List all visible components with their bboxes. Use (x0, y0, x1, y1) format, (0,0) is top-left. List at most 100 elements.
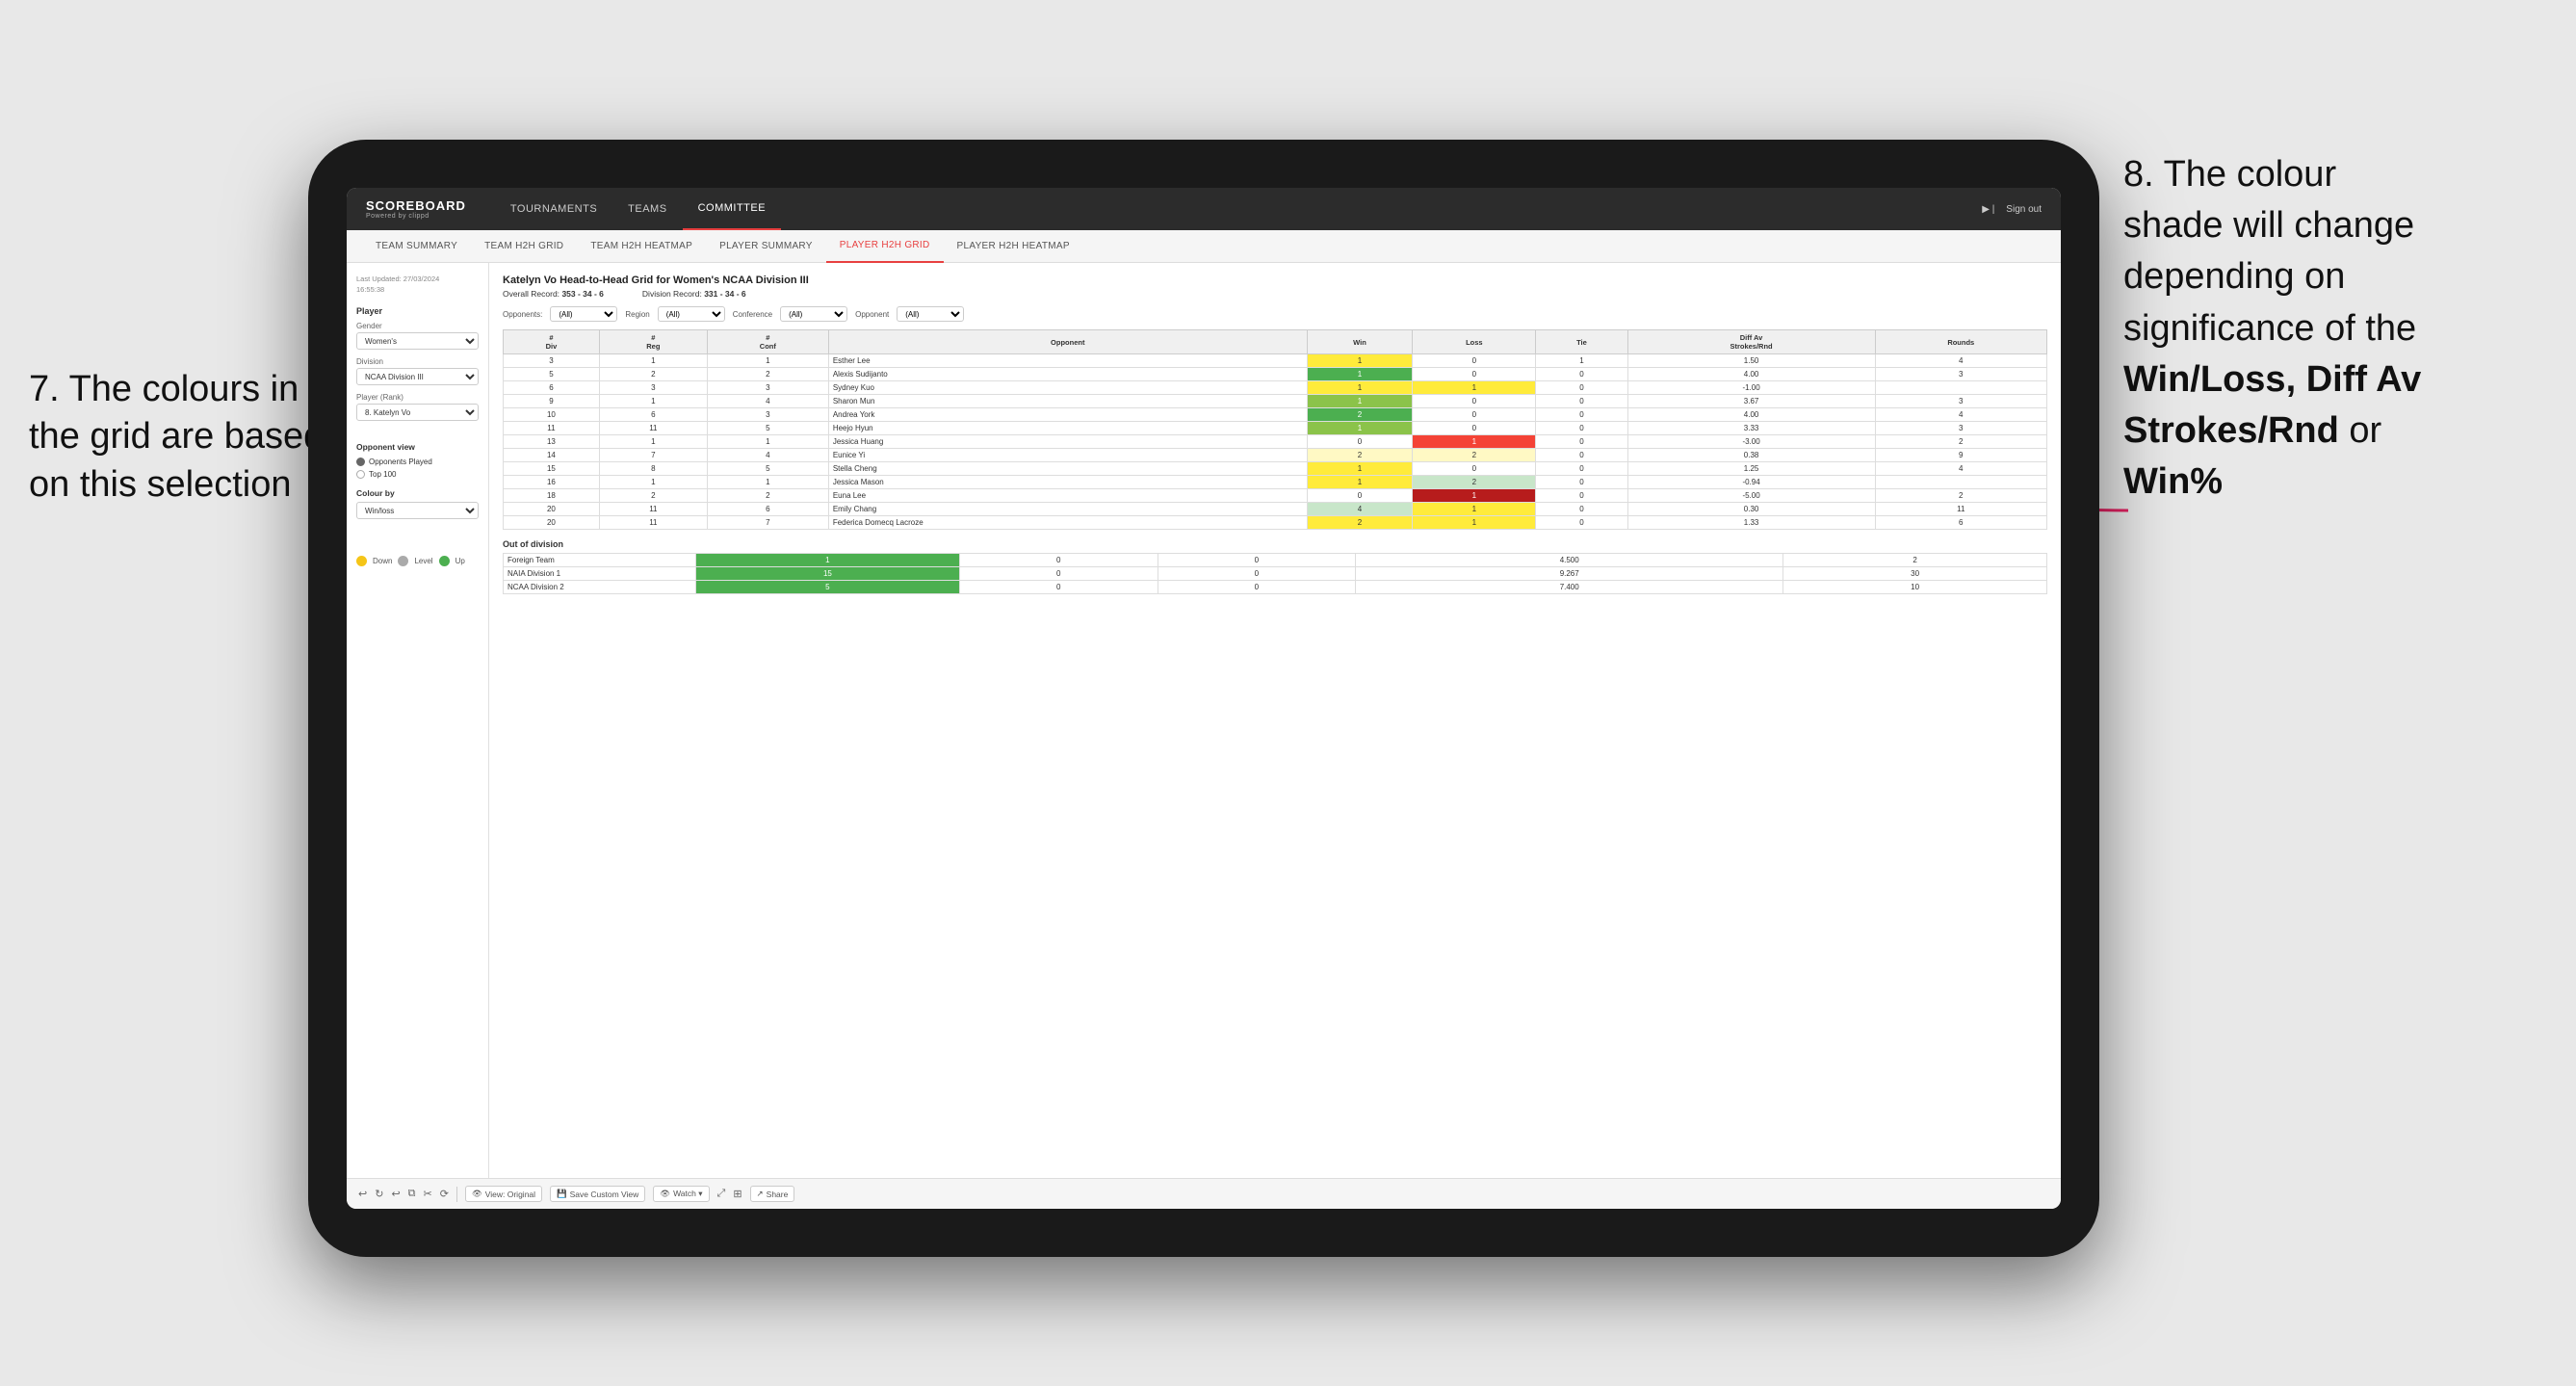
content-area: Katelyn Vo Head-to-Head Grid for Women's… (489, 263, 2061, 1178)
division-select[interactable]: NCAA Division III (356, 368, 479, 385)
gender-select[interactable]: Women's (356, 332, 479, 350)
cell-opponent: Federica Domecq Lacroze (828, 516, 1307, 530)
cell-rounds: 3 (1875, 368, 2046, 381)
cell-reg: 11 (599, 503, 707, 516)
division-record: Division Record: 331 - 34 - 6 (642, 289, 746, 299)
cell-opponent: Sharon Mun (828, 395, 1307, 408)
radio-opponents-played[interactable]: Opponents Played (356, 458, 479, 466)
grid-icon[interactable]: ⊞ (733, 1188, 742, 1200)
redo-icon[interactable]: ↻ (375, 1188, 383, 1200)
cell-opponent: Foreign Team (504, 554, 696, 567)
cell-conf: 1 (707, 354, 828, 368)
cell-reg: 1 (599, 395, 707, 408)
cell-div: 15 (504, 462, 600, 476)
grid-records: Overall Record: 353 - 34 - 6 Division Re… (503, 289, 2047, 299)
refresh-icon[interactable]: ⟳ (440, 1188, 449, 1200)
table-row: 6 3 3 Sydney Kuo 1 1 0 -1.00 (504, 381, 2047, 395)
cell-tie: 0 (1536, 435, 1627, 449)
annotation-left: 7. The colours in the grid are based on … (29, 366, 356, 509)
opponents-filter-label: Opponents: (503, 310, 542, 319)
view-original-button[interactable]: 👁 View: Original (465, 1186, 542, 1202)
cell-rounds: 2 (1875, 435, 2046, 449)
cell-win: 5 (696, 581, 960, 594)
table-row: 15 8 5 Stella Cheng 1 0 0 1.25 4 (504, 462, 2047, 476)
out-of-division-table: Foreign Team 1 0 0 4.500 2 NAIA Division… (503, 553, 2047, 594)
cell-reg: 2 (599, 368, 707, 381)
cell-div: 20 (504, 516, 600, 530)
cell-tie: 0 (1536, 381, 1627, 395)
cell-diff: -3.00 (1627, 435, 1875, 449)
table-row: 20 11 7 Federica Domecq Lacroze 2 1 0 1.… (504, 516, 2047, 530)
cell-opponent: Sydney Kuo (828, 381, 1307, 395)
cell-loss: 0 (959, 567, 1158, 581)
sub-nav-team-h2h-heatmap[interactable]: TEAM H2H HEATMAP (577, 230, 706, 263)
overall-record: Overall Record: 353 - 34 - 6 (503, 289, 604, 299)
cell-loss: 2 (1413, 449, 1536, 462)
cell-rounds: 2 (1783, 554, 2047, 567)
undo-icon[interactable]: ↩ (358, 1188, 367, 1200)
cell-diff: -1.00 (1627, 381, 1875, 395)
cell-tie: 0 (1536, 422, 1627, 435)
sign-out-link[interactable]: Sign out (2006, 204, 2042, 215)
cell-rounds: 3 (1875, 422, 2046, 435)
copy-icon[interactable]: ⧉ (408, 1188, 416, 1200)
nav-teams[interactable]: TEAMS (612, 188, 682, 230)
save-custom-view-button[interactable]: 💾 Save Custom View (550, 1186, 645, 1202)
cell-opponent: Alexis Sudijanto (828, 368, 1307, 381)
cell-conf: 6 (707, 503, 828, 516)
cell-reg: 3 (599, 381, 707, 395)
toolbar-sep-1 (456, 1187, 457, 1202)
sub-nav-team-summary[interactable]: TEAM SUMMARY (362, 230, 471, 263)
nav-tournaments[interactable]: TOURNAMENTS (495, 188, 612, 230)
cell-loss: 0 (959, 554, 1158, 567)
cell-conf: 4 (707, 395, 828, 408)
cell-conf: 5 (707, 462, 828, 476)
division-label: Division (356, 357, 479, 366)
table-row: 3 1 1 Esther Lee 1 0 1 1.50 4 (504, 354, 2047, 368)
table-row: 16 1 1 Jessica Mason 1 2 0 -0.94 (504, 476, 2047, 489)
cell-div: 11 (504, 422, 600, 435)
region-filter-select[interactable]: (All) (658, 306, 725, 322)
watch-icon: 👁 (660, 1189, 670, 1199)
cell-loss: 1 (1413, 381, 1536, 395)
sub-nav-player-h2h-grid[interactable]: PLAYER H2H GRID (826, 230, 944, 263)
opponent-filter-select[interactable]: (All) (897, 306, 964, 322)
th-reg: #Reg (599, 330, 707, 354)
colour-by-select[interactable]: Win/loss (356, 502, 479, 519)
logo-sub: Powered by clippd (366, 213, 466, 220)
cell-diff: 1.33 (1627, 516, 1875, 530)
sub-nav-team-h2h-grid[interactable]: TEAM H2H GRID (471, 230, 577, 263)
cell-conf: 5 (707, 422, 828, 435)
expand-icon[interactable]: ⤢ (717, 1188, 726, 1200)
share-button[interactable]: ↗ Share (750, 1186, 795, 1202)
th-conf: #Conf (707, 330, 828, 354)
cut-icon[interactable]: ✂ (424, 1188, 432, 1200)
cell-div: 16 (504, 476, 600, 489)
nav-committee[interactable]: COMMITTEE (683, 188, 782, 230)
cell-tie: 0 (1536, 503, 1627, 516)
opponents-filter-select[interactable]: (All) (550, 306, 617, 322)
cell-conf: 1 (707, 476, 828, 489)
colour-dot-up (439, 556, 450, 566)
sub-nav-player-summary[interactable]: PLAYER SUMMARY (706, 230, 826, 263)
conference-filter-select[interactable]: (All) (780, 306, 847, 322)
cell-rounds: 3 (1875, 395, 2046, 408)
colour-by-title: Colour by (356, 488, 479, 498)
cell-rounds: 4 (1875, 408, 2046, 422)
h2h-table: #Div #Reg #Conf Opponent Win Loss Tie Di… (503, 329, 2047, 530)
grid-title: Katelyn Vo Head-to-Head Grid for Women's… (503, 275, 2047, 286)
cell-reg: 1 (599, 435, 707, 449)
cell-tie: 0 (1158, 554, 1356, 567)
cell-conf: 3 (707, 381, 828, 395)
cell-loss: 0 (1413, 462, 1536, 476)
cell-loss: 0 (1413, 422, 1536, 435)
sub-nav-player-h2h-heatmap[interactable]: PLAYER H2H HEATMAP (944, 230, 1083, 263)
cell-tie: 0 (1536, 408, 1627, 422)
player-rank-select[interactable]: 8. Katelyn Vo (356, 404, 479, 421)
radio-top-100[interactable]: Top 100 (356, 470, 479, 479)
watch-button[interactable]: 👁 Watch ▾ (653, 1186, 709, 1202)
cell-reg: 2 (599, 489, 707, 503)
cell-opponent: Esther Lee (828, 354, 1307, 368)
table-row: 5 2 2 Alexis Sudijanto 1 0 0 4.00 3 (504, 368, 2047, 381)
undo2-icon[interactable]: ↩ (391, 1188, 400, 1200)
